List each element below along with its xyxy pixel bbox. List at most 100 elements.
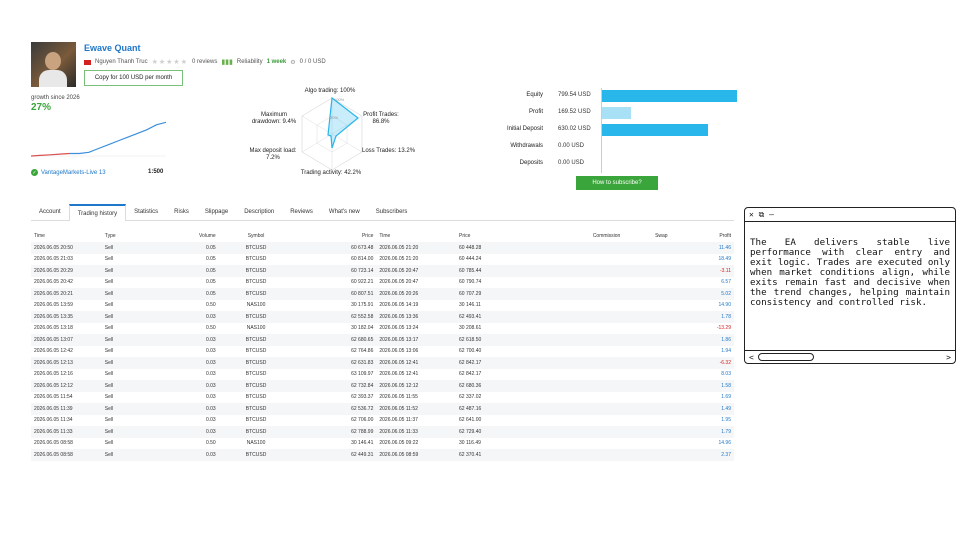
radar-axis-100: 100% xyxy=(334,97,345,102)
column-header[interactable]: Time xyxy=(376,230,456,242)
balance-bar xyxy=(602,124,708,136)
table-row: 2026.06.05 13:07 Sell 0.03 BTCUSD 62 680.65 2… xyxy=(31,334,734,346)
table-cell: Sell xyxy=(101,311,158,323)
gear-icon: ⚙ xyxy=(290,59,296,66)
tab-slippage[interactable]: Slippage xyxy=(197,204,236,220)
table-row: 2026.06.05 11:33 Sell 0.03 BTCUSD 62 788.99 2… xyxy=(31,426,734,438)
tab-what-s-new[interactable]: What's new xyxy=(321,204,368,220)
table-cell: 62 764.86 xyxy=(351,348,374,355)
reviews-count[interactable]: 0 reviews xyxy=(192,59,217,65)
column-header[interactable]: Price xyxy=(456,230,535,242)
table-cell: 2026.06.05 12:13 xyxy=(31,357,102,369)
table-cell: Sell xyxy=(104,279,114,286)
table-cell: 0.05 xyxy=(157,288,219,300)
table-cell: 0.05 xyxy=(157,265,219,277)
column-header[interactable]: Symbol xyxy=(219,230,294,242)
copy-button[interactable]: Copy for 100 USD per month xyxy=(84,70,183,86)
table-cell: 2026.06.05 13:36 xyxy=(376,311,457,323)
column-header[interactable]: Commission xyxy=(535,230,624,242)
balance-value: 0.00 USD xyxy=(558,160,585,166)
table-cell: 2026.06.05 11:37 xyxy=(379,417,418,424)
signal-title[interactable]: Ewave Quant xyxy=(84,43,141,53)
table-cell: 2026.06.05 08:59 xyxy=(376,449,457,461)
table-cell: 2026.06.05 11:33 xyxy=(31,426,102,438)
window-controls-icon[interactable]: ✕ ⧉ — xyxy=(749,210,774,220)
tab-description[interactable]: Description xyxy=(236,204,282,220)
table-cell: 2026.06.05 20:21 xyxy=(31,288,102,300)
table-cell: 1.49 xyxy=(670,403,734,415)
tab-statistics[interactable]: Statistics xyxy=(126,204,166,220)
table-cell: 62 393.37 xyxy=(351,394,374,401)
author-name[interactable]: Nguyen Thanh Truc xyxy=(95,59,148,65)
table-cell: 0.03 xyxy=(157,426,219,438)
table-cell xyxy=(623,426,671,438)
table-cell xyxy=(534,357,624,369)
table-cell xyxy=(623,288,671,300)
scroll-right-icon[interactable]: > xyxy=(946,353,951,362)
tab-reviews[interactable]: Reviews xyxy=(282,204,321,220)
tab-subscribers[interactable]: Subscribers xyxy=(368,204,416,220)
table-cell: 62 493.41 xyxy=(456,311,535,323)
column-header[interactable]: Profit xyxy=(671,230,734,242)
table-row: 2026.06.05 20:42 Sell 0.05 BTCUSD 60 922.21 2… xyxy=(31,277,734,289)
table-cell xyxy=(623,449,671,461)
tab-risks[interactable]: Risks xyxy=(166,204,197,220)
table-cell: BTCUSD xyxy=(245,348,267,355)
table-cell: 60 673.48 xyxy=(293,242,377,254)
table-cell: 6.57 xyxy=(721,279,731,286)
column-header[interactable]: Volume xyxy=(158,230,219,242)
scroll-thumb[interactable] xyxy=(757,353,814,361)
author-avatar[interactable] xyxy=(31,42,76,87)
reliability-label: Reliability xyxy=(236,59,263,65)
table-cell: 62 788.99 xyxy=(293,426,377,438)
table-cell: Sell xyxy=(104,302,114,309)
broker-name[interactable]: VantageMarkets-Live 13 xyxy=(41,170,106,176)
table-cell: 2026.06.05 12:12 xyxy=(31,380,102,392)
table-cell: 0.03 xyxy=(205,371,216,378)
note-window: ✕ ⧉ — The EA delivers stable live perfor… xyxy=(744,207,956,364)
leverage-value: 1:500 xyxy=(148,169,164,175)
table-cell: 2026.06.05 11:39 xyxy=(31,403,102,415)
radar-loss-trades: Loss Trades: 13.2% xyxy=(362,148,416,154)
table-cell: Sell xyxy=(101,357,158,369)
table-row: 2026.06.05 11:34 Sell 0.03 BTCUSD 62 706.00 2… xyxy=(31,415,734,427)
table-cell xyxy=(535,254,624,266)
radar-max-deposit-label: Max deposit load: xyxy=(249,148,297,154)
note-window-scrollbar[interactable]: < > xyxy=(745,350,955,363)
table-row: 2026.06.05 12:13 Sell 0.03 BTCUSD 62 631.83 2… xyxy=(31,357,734,369)
table-cell xyxy=(535,300,624,312)
tab-account[interactable]: Account xyxy=(31,204,69,220)
table-cell xyxy=(623,357,671,369)
table-cell xyxy=(623,392,670,404)
how-to-subscribe-button[interactable]: How to subscribe? xyxy=(576,176,658,190)
column-header[interactable]: Type xyxy=(102,230,158,242)
table-cell: 0.03 xyxy=(205,348,216,355)
table-cell: 2026.06.05 21:03 xyxy=(34,256,73,263)
column-header[interactable]: Swap xyxy=(623,230,670,242)
table-cell: 0.03 xyxy=(157,357,219,369)
table-cell: 1.58 xyxy=(670,380,734,392)
column-header[interactable]: Price xyxy=(293,230,376,242)
weeks-count: 1 week xyxy=(266,59,287,65)
avatar-face xyxy=(45,52,61,70)
table-row: 2026.06.05 21:03 Sell 0.05 BTCUSD 60 814.00 2… xyxy=(31,254,734,266)
radar-algo-label: Algo trading: 100% xyxy=(304,88,356,94)
table-row: 2026.06.05 13:35 Sell 0.03 BTCUSD 62 552.58 2… xyxy=(31,311,734,323)
table-cell: BTCUSD xyxy=(218,426,294,438)
table-cell: -13.29 xyxy=(716,325,731,332)
column-header[interactable]: Time xyxy=(31,230,102,242)
table-cell: 30 116.49 xyxy=(459,440,481,447)
table-cell: 2026.06.05 13:07 xyxy=(31,334,102,346)
table-cell: BTCUSD xyxy=(245,371,267,378)
scroll-left-icon[interactable]: < xyxy=(749,353,754,362)
table-cell: BTCUSD xyxy=(245,394,267,401)
table-cell: 2026.06.05 11:33 xyxy=(376,426,457,438)
table-row: 2026.06.05 20:21 Sell 0.05 BTCUSD 60 807.51 2… xyxy=(31,288,734,300)
table-cell: 0.03 xyxy=(157,311,219,323)
tab-trading-history[interactable]: Trading history xyxy=(68,204,127,221)
table-cell xyxy=(535,392,624,404)
table-header-row: Time Type Volume Symbol Price Time Price Commis… xyxy=(31,230,734,242)
table-cell: 0.03 xyxy=(205,417,216,424)
growth-line xyxy=(69,121,166,155)
radar-max-drawdown-value: drawdown: 9.4% xyxy=(251,119,297,125)
